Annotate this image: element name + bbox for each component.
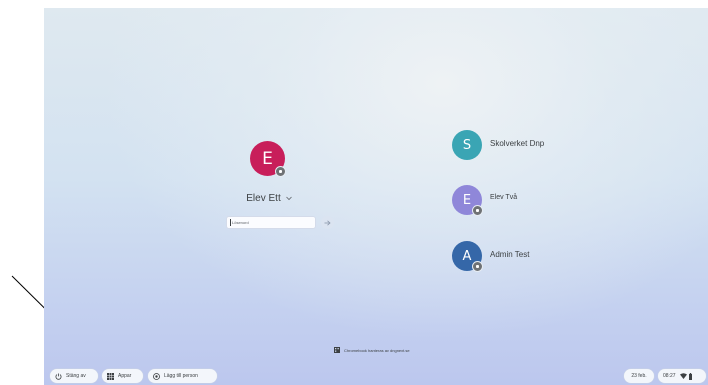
user-initial: E xyxy=(462,192,472,208)
user-name: Elev Två xyxy=(490,194,518,201)
add-person-button[interactable]: Lägg till person xyxy=(148,369,217,383)
chevron-down-icon xyxy=(285,196,292,201)
date-text: 23 feb. xyxy=(631,373,647,379)
wifi-icon xyxy=(679,373,687,379)
managed-user-badge xyxy=(472,205,483,216)
main-user-name: Elev Ett xyxy=(246,193,281,204)
date-pill[interactable]: 23 feb. xyxy=(624,369,654,383)
apps-label: Appar xyxy=(118,373,132,379)
submit-arrow-button[interactable] xyxy=(321,216,334,229)
main-user-avatar[interactable]: E xyxy=(250,141,286,177)
power-icon xyxy=(55,373,62,380)
user-initial: S xyxy=(462,137,472,153)
managed-user-badge xyxy=(275,166,286,177)
add-person-label: Lägg till person xyxy=(164,373,198,379)
apps-button[interactable]: Appar xyxy=(102,369,143,383)
user-initial: A xyxy=(462,248,472,264)
user-name: Admin Test xyxy=(490,250,530,259)
user-avatar: A xyxy=(452,241,483,272)
login-screen: E Elev Ett Lösenord S Skolverket Dnp E E… xyxy=(44,8,708,385)
managed-building-icon xyxy=(334,347,340,353)
time-text: 08:27 xyxy=(663,373,676,379)
arrow-right-icon xyxy=(324,219,331,226)
apps-icon xyxy=(107,372,114,380)
user-avatar: E xyxy=(452,185,483,216)
shutdown-label: Stäng av xyxy=(66,373,86,379)
user-name: Skolverket Dnp xyxy=(490,139,545,148)
password-field[interactable]: Lösenord xyxy=(226,216,316,229)
main-user-initial: E xyxy=(262,148,273,169)
battery-icon xyxy=(688,372,692,380)
status-tray[interactable]: 08:27 xyxy=(658,369,706,383)
user-avatar: S xyxy=(452,130,482,160)
add-person-icon xyxy=(153,372,160,380)
managed-notice-text: Chromebook hanteras av dngnext.se xyxy=(344,347,410,353)
text-cursor xyxy=(230,219,231,226)
shutdown-button[interactable]: Stäng av xyxy=(50,369,98,383)
managed-user-badge xyxy=(472,261,483,272)
password-placeholder: Lösenord xyxy=(232,220,249,225)
main-user-name-row[interactable]: Elev Ett xyxy=(234,193,304,204)
managed-device-notice: Chromebook hanteras av dngnext.se xyxy=(334,347,410,353)
